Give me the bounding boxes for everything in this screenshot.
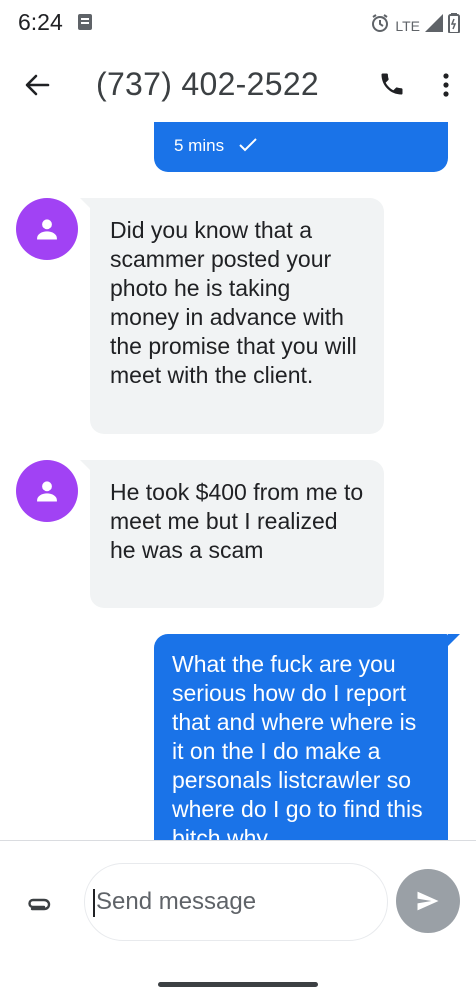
- compose-bar: Send message: [0, 840, 476, 1001]
- contact-avatar[interactable]: [16, 198, 78, 260]
- more-vert-icon: [443, 73, 449, 97]
- back-arrow-icon: [25, 74, 50, 96]
- person-icon: [37, 219, 57, 240]
- status-indicators: LTE: [370, 13, 460, 38]
- status-time: 6:24: [18, 9, 63, 35]
- conversation-list[interactable]: 5 mins Did you know that a scammer poste…: [0, 122, 476, 840]
- message-input[interactable]: Send message: [84, 863, 388, 941]
- attachment-icon: [28, 898, 51, 911]
- contact-avatar[interactable]: [16, 460, 78, 522]
- message-timestamp: 5 mins: [174, 136, 225, 155]
- battery-icon: [448, 13, 460, 38]
- person-icon: [37, 481, 57, 502]
- phone-icon: [381, 73, 403, 95]
- back-button[interactable]: [22, 70, 52, 100]
- send-button[interactable]: [396, 869, 460, 933]
- contact-title: (737) 402-2522: [96, 66, 320, 102]
- more-options-button[interactable]: [434, 70, 458, 100]
- outgoing-message-bubble[interactable]: What the fuck are you serious how do I r…: [154, 634, 448, 840]
- notification-icon: [78, 14, 92, 35]
- attach-button[interactable]: [24, 889, 58, 923]
- outgoing-message-bubble[interactable]: 5 mins: [154, 122, 448, 172]
- delivered-check-icon: [238, 137, 258, 158]
- alarm-icon: [370, 13, 390, 38]
- text-cursor: [93, 888, 95, 917]
- message-input-placeholder: Send message: [96, 888, 257, 915]
- status-bar: 6:24 LTE: [0, 0, 476, 48]
- call-button[interactable]: [378, 70, 408, 100]
- send-icon: [417, 891, 439, 911]
- bubble-tail: [448, 634, 460, 646]
- app-bar: (737) 402-2522: [0, 48, 476, 122]
- signal-icon: [425, 14, 443, 37]
- incoming-message-bubble[interactable]: Did you know that a scammer posted your …: [90, 198, 384, 434]
- home-indicator[interactable]: [158, 982, 318, 987]
- network-type: LTE: [395, 17, 420, 34]
- incoming-message-bubble[interactable]: He took $400 from me to meet me but I re…: [90, 460, 384, 608]
